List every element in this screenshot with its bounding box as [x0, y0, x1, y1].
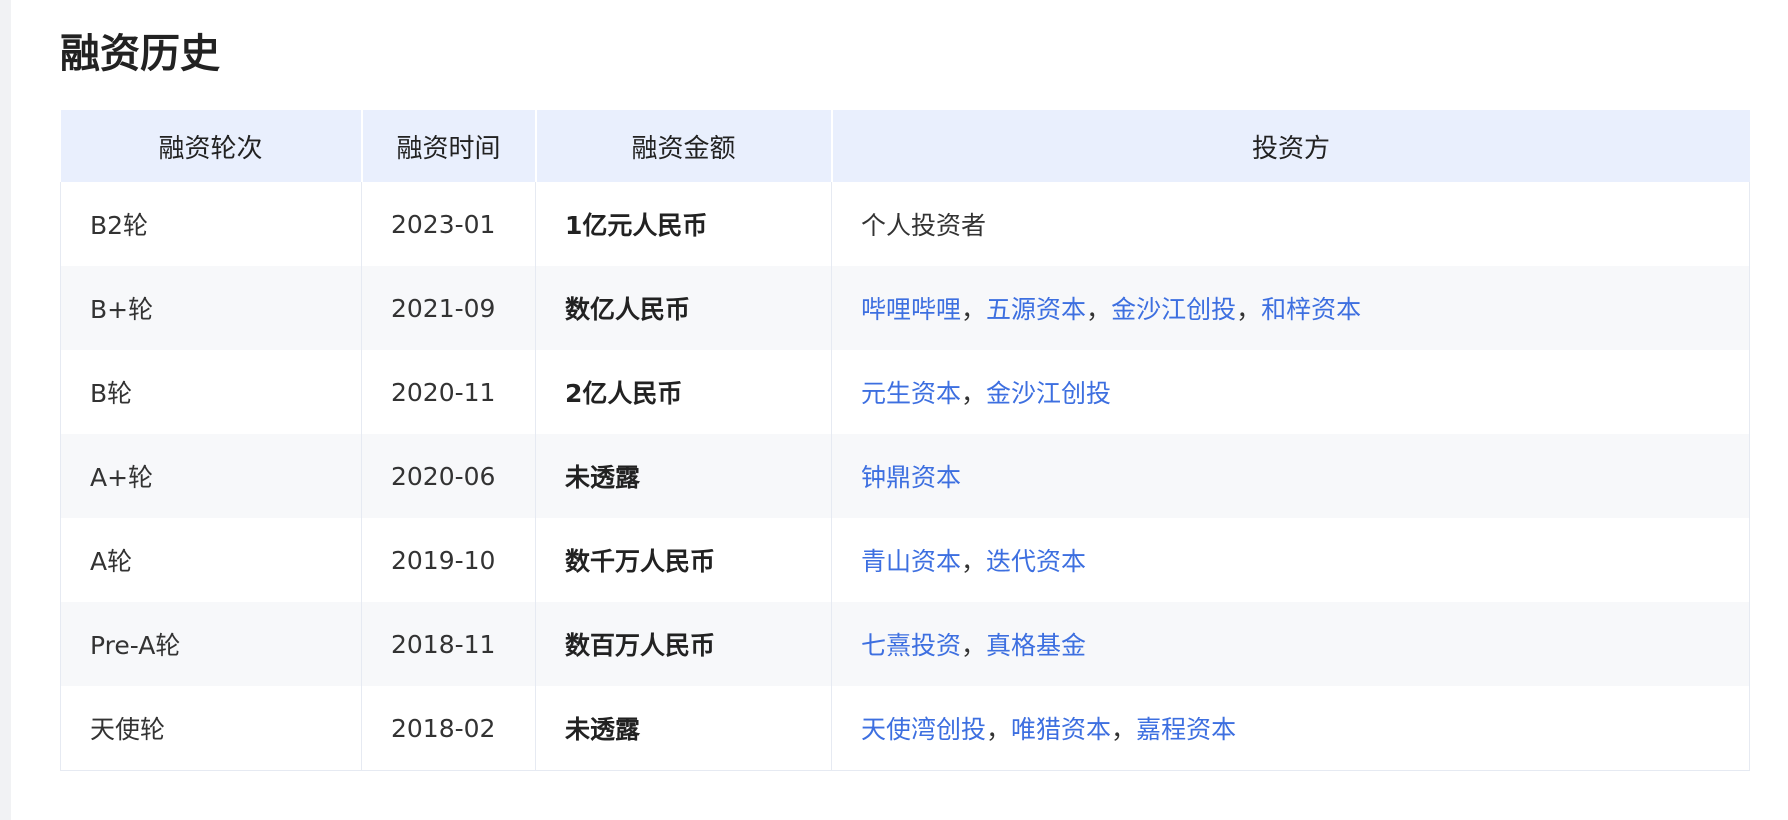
cell-date: 2021-09	[361, 266, 536, 350]
cell-investors: 天使湾创投，唯猎资本，嘉程资本	[831, 686, 1750, 771]
investor-separator: ，	[961, 547, 987, 576]
header-date: 融资时间	[361, 110, 537, 182]
investor-link[interactable]: 金沙江创投	[1111, 295, 1236, 324]
investor-link[interactable]: 天使湾创投	[861, 715, 986, 744]
investor-separator: ，	[1236, 295, 1262, 324]
investor-separator: ，	[961, 631, 987, 660]
table-row: B+轮 2021-09 数亿人民币 哔哩哔哩，五源资本，金沙江创投，和梓资本	[60, 266, 1750, 350]
investor-link[interactable]: 金沙江创投	[986, 379, 1111, 408]
table-body: B2轮 2023-01 1亿元人民币 个人投资者 B+轮 2021-09 数亿人民币 哔哩哔哩…	[60, 182, 1750, 771]
cell-investors: 个人投资者	[831, 182, 1750, 266]
cell-date: 2018-11	[361, 602, 536, 686]
investor-separator: ，	[961, 379, 987, 408]
cell-amount: 数千万人民币	[535, 518, 832, 602]
header-amount: 融资金额	[535, 110, 833, 182]
left-side-strip	[0, 0, 11, 820]
cell-amount: 未透露	[535, 434, 832, 518]
cell-investors: 青山资本，迭代资本	[831, 518, 1750, 602]
cell-date: 2020-06	[361, 434, 536, 518]
investor-link[interactable]: 元生资本	[861, 379, 961, 408]
investor-link[interactable]: 和梓资本	[1261, 295, 1361, 324]
cell-amount: 1亿元人民币	[535, 182, 832, 266]
cell-date: 2020-11	[361, 350, 536, 434]
cell-investors: 钟鼎资本	[831, 434, 1750, 518]
table-row: B轮 2020-11 2亿人民币 元生资本，金沙江创投	[60, 350, 1750, 434]
header-round: 融资轮次	[60, 110, 363, 182]
cell-amount: 未透露	[535, 686, 832, 771]
investor-link[interactable]: 钟鼎资本	[861, 463, 961, 492]
cell-amount: 数百万人民币	[535, 602, 832, 686]
cell-date: 2018-02	[361, 686, 536, 771]
cell-round: Pre-A轮	[60, 602, 362, 686]
cell-round: A轮	[60, 518, 362, 602]
cell-date: 2019-10	[361, 518, 536, 602]
cell-date: 2023-01	[361, 182, 536, 266]
cell-amount: 2亿人民币	[535, 350, 832, 434]
investor-separator: ，	[986, 715, 1012, 744]
page-title: 融资历史	[60, 31, 220, 77]
investor-link[interactable]: 五源资本	[986, 295, 1086, 324]
cell-investors: 哔哩哔哩，五源资本，金沙江创投，和梓资本	[831, 266, 1750, 350]
investor-link[interactable]: 真格基金	[986, 631, 1086, 660]
investor-link[interactable]: 七熹投资	[861, 631, 961, 660]
table-header: 融资轮次 融资时间 融资金额 投资方	[60, 110, 1750, 182]
financing-history-table: 融资轮次 融资时间 融资金额 投资方 B2轮 2023-01 1亿元人民币 个人投资者…	[60, 110, 1750, 771]
table-row: A轮 2019-10 数千万人民币 青山资本，迭代资本	[60, 518, 1750, 602]
cell-round: B2轮	[60, 182, 362, 266]
investor-link[interactable]: 迭代资本	[986, 547, 1086, 576]
cell-investors: 七熹投资，真格基金	[831, 602, 1750, 686]
investor-link[interactable]: 嘉程资本	[1136, 715, 1236, 744]
cell-round: B+轮	[60, 266, 362, 350]
investor-link[interactable]: 哔哩哔哩	[861, 295, 961, 324]
cell-round: B轮	[60, 350, 362, 434]
investor-separator: ，	[1086, 295, 1112, 324]
cell-round: 天使轮	[60, 686, 362, 771]
investor-separator: ，	[1111, 715, 1137, 744]
investor-link[interactable]: 青山资本	[861, 547, 961, 576]
table-row: 天使轮 2018-02 未透露 天使湾创投，唯猎资本，嘉程资本	[60, 686, 1750, 771]
financing-history-table-container: 融资轮次 融资时间 融资金额 投资方 B2轮 2023-01 1亿元人民币 个人投资者…	[60, 110, 1750, 771]
table-row: B2轮 2023-01 1亿元人民币 个人投资者	[60, 182, 1750, 266]
cell-round: A+轮	[60, 434, 362, 518]
cell-amount: 数亿人民币	[535, 266, 832, 350]
investor-link[interactable]: 唯猎资本	[1011, 715, 1111, 744]
investor-separator: ，	[961, 295, 987, 324]
table-row: Pre-A轮 2018-11 数百万人民币 七熹投资，真格基金	[60, 602, 1750, 686]
cell-investors: 元生资本，金沙江创投	[831, 350, 1750, 434]
table-row: A+轮 2020-06 未透露 钟鼎资本	[60, 434, 1750, 518]
header-investors: 投资方	[831, 110, 1750, 182]
table-header-row: 融资轮次 融资时间 融资金额 投资方	[60, 110, 1750, 182]
investor-name: 个人投资者	[861, 211, 987, 240]
